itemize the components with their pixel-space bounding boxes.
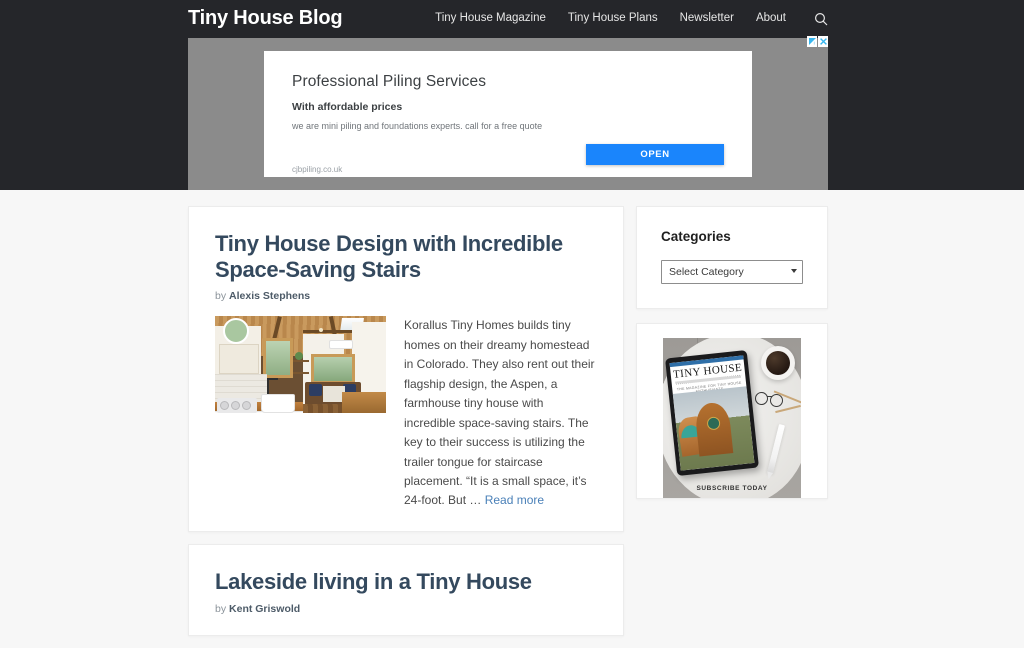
article-card: Tiny House Design with Incredible Space-… bbox=[188, 206, 624, 532]
categories-widget: Categories Select Category bbox=[636, 206, 828, 309]
thumbnail-artwork bbox=[215, 316, 386, 414]
adchoices-icon[interactable]: i bbox=[807, 36, 817, 47]
byline-prefix: by bbox=[215, 602, 227, 615]
svg-text:i: i bbox=[813, 40, 814, 45]
nav-item-tiny-house-plans[interactable]: Tiny House Plans bbox=[568, 12, 658, 24]
site-header: Tiny House Blog Tiny House Magazine Tiny… bbox=[0, 0, 1024, 190]
category-select-wrapper: Select Category bbox=[661, 260, 803, 284]
excerpt-text: Korallus Tiny Homes builds tiny homes on… bbox=[404, 318, 595, 508]
ad-subheadline: With affordable prices bbox=[292, 101, 403, 113]
article-card: Lakeside living in a Tiny House by Kent … bbox=[188, 543, 624, 636]
magazine-promo-widget: TINY HOUSE THE MAGAZINE FOR TINY HOUSE E… bbox=[636, 323, 828, 499]
page-body: Tiny House Design with Incredible Space-… bbox=[0, 190, 1024, 636]
ad-headline: Professional Piling Services bbox=[292, 73, 487, 90]
ad-banner[interactable]: i Professional Piling Services With affo… bbox=[188, 36, 828, 190]
article-byline: by Kent Griswold bbox=[215, 603, 597, 615]
ad-display-url: cjbpiling.co.uk bbox=[292, 165, 343, 174]
byline-author[interactable]: Alexis Stephens bbox=[229, 290, 310, 302]
article-excerpt: Korallus Tiny Homes builds tiny homes on… bbox=[404, 316, 597, 510]
close-icon[interactable] bbox=[818, 36, 828, 47]
categories-widget-title: Categories bbox=[661, 229, 731, 244]
article-title[interactable]: Tiny House Design with Incredible Space-… bbox=[215, 231, 597, 282]
site-brand[interactable]: Tiny House Blog bbox=[188, 7, 343, 30]
subscribe-today-label: SUBSCRIBE TODAY bbox=[696, 485, 768, 492]
ad-open-button[interactable]: OPEN bbox=[586, 144, 724, 165]
ad-card[interactable]: Professional Piling Services With afford… bbox=[264, 51, 752, 177]
primary-nav: Tiny House Magazine Tiny House Plans New… bbox=[435, 11, 828, 26]
category-select[interactable]: Select Category bbox=[661, 260, 803, 284]
search-icon[interactable] bbox=[814, 12, 828, 26]
coffee-cup-icon bbox=[761, 346, 795, 380]
tablet-device: TINY HOUSE THE MAGAZINE FOR TINY HOUSE E… bbox=[665, 350, 759, 476]
byline-author[interactable]: Kent Griswold bbox=[229, 603, 300, 615]
byline-prefix: by bbox=[215, 290, 227, 303]
header-bar: Tiny House Blog Tiny House Magazine Tiny… bbox=[188, 0, 828, 36]
ad-body-text: we are mini piling and foundations exper… bbox=[292, 121, 543, 131]
adchoices-controls[interactable]: i bbox=[807, 36, 828, 47]
article-byline: by Alexis Stephens bbox=[215, 290, 597, 302]
article-body: Korallus Tiny Homes builds tiny homes on… bbox=[215, 316, 597, 510]
nav-item-newsletter[interactable]: Newsletter bbox=[680, 12, 734, 24]
sidebar-column: Categories Select Category TINY HOUSE TH… bbox=[636, 206, 828, 513]
nav-item-about[interactable]: About bbox=[756, 12, 786, 24]
main-content-column: Tiny House Design with Incredible Space-… bbox=[188, 206, 624, 648]
magazine-promo-image[interactable]: TINY HOUSE THE MAGAZINE FOR TINY HOUSE E… bbox=[663, 338, 801, 498]
read-more-link[interactable]: Read more bbox=[485, 493, 544, 507]
article-title[interactable]: Lakeside living in a Tiny House bbox=[215, 569, 597, 595]
article-thumbnail[interactable] bbox=[215, 316, 386, 414]
nav-item-tiny-house-magazine[interactable]: Tiny House Magazine bbox=[435, 12, 546, 24]
